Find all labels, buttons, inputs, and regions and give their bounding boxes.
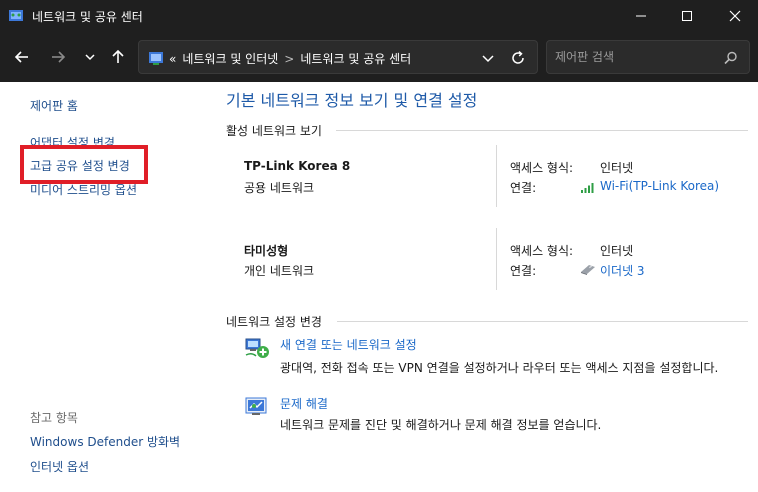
wifi-signal-icon bbox=[581, 183, 594, 193]
new-connection-icon bbox=[245, 338, 269, 358]
network-type[interactable]: 개인 네트워크 bbox=[244, 262, 314, 279]
divider bbox=[336, 130, 748, 131]
troubleshoot-link[interactable]: 문제 해결 bbox=[280, 395, 328, 412]
chevron-down-icon bbox=[85, 54, 95, 61]
ethernet-connection-link[interactable]: 이더넷 3 bbox=[600, 262, 645, 279]
sidebar-link-firewall[interactable]: Windows Defender 방화벽 bbox=[30, 433, 180, 450]
close-icon bbox=[729, 10, 741, 22]
refresh-icon[interactable] bbox=[509, 49, 527, 67]
access-type-label: 액세스 형식: bbox=[510, 161, 574, 175]
breadcrumb: « 네트워크 및 인터넷 > 네트워크 및 공유 센터 bbox=[169, 50, 411, 67]
search-icon[interactable] bbox=[723, 50, 739, 66]
forward-button[interactable] bbox=[46, 45, 70, 69]
see-also-heading: 참고 항목 bbox=[30, 411, 78, 425]
connection-label: 연결: bbox=[510, 181, 537, 195]
breadcrumb-sharing-center[interactable]: 네트워크 및 공유 센터 bbox=[300, 50, 411, 67]
back-button[interactable] bbox=[10, 45, 34, 69]
minimize-icon bbox=[636, 15, 646, 17]
divider bbox=[496, 145, 497, 207]
new-connection-link[interactable]: 새 연결 또는 네트워크 설정 bbox=[280, 336, 417, 353]
network-type[interactable]: 공용 네트워크 bbox=[244, 179, 314, 196]
change-settings-heading: 네트워크 설정 변경 bbox=[226, 315, 322, 329]
search-input[interactable] bbox=[555, 48, 715, 66]
title-bar: 네트워크 및 공유 센터 bbox=[0, 0, 758, 32]
new-connection-description: 광대역, 전화 접속 또는 VPN 연결을 설정하거나 라우터 또는 액세스 지… bbox=[280, 361, 719, 375]
maximize-button[interactable] bbox=[664, 0, 710, 32]
recent-locations-button[interactable] bbox=[78, 45, 102, 69]
page-title: 기본 네트워크 정보 보기 및 연결 설정 bbox=[226, 91, 478, 110]
network-name: 타미성형 bbox=[244, 244, 289, 258]
control-panel-icon bbox=[149, 52, 163, 65]
ethernet-icon bbox=[581, 265, 595, 275]
arrow-up-icon bbox=[112, 49, 124, 63]
wifi-connection-link[interactable]: Wi-Fi(TP-Link Korea) bbox=[600, 179, 719, 193]
highlight-annotation bbox=[20, 145, 148, 184]
troubleshoot-icon bbox=[245, 397, 267, 415]
minimize-button[interactable] bbox=[618, 0, 664, 32]
access-type-value: 인터넷 bbox=[600, 161, 634, 175]
window-title: 네트워크 및 공유 센터 bbox=[32, 10, 143, 24]
network-center-icon bbox=[9, 10, 23, 21]
divider bbox=[496, 228, 497, 290]
troubleshoot-description: 네트워크 문제를 진단 및 해결하거나 문제 해결 정보를 얻습니다. bbox=[280, 418, 602, 432]
access-type-label: 액세스 형식: bbox=[510, 244, 574, 258]
connection-label: 연결: bbox=[510, 264, 537, 278]
breadcrumb-separator: > bbox=[284, 51, 295, 66]
access-type-value: 인터넷 bbox=[600, 244, 634, 258]
network-name: TP-Link Korea 8 bbox=[244, 159, 351, 173]
active-networks-heading: 활성 네트워크 보기 bbox=[226, 124, 322, 138]
arrow-right-icon bbox=[52, 51, 66, 63]
close-button[interactable] bbox=[712, 0, 758, 32]
chevron-down-icon[interactable] bbox=[479, 49, 497, 67]
search-box[interactable] bbox=[546, 40, 750, 74]
address-bar[interactable]: « 네트워크 및 인터넷 > 네트워크 및 공유 센터 bbox=[138, 40, 538, 74]
divider bbox=[337, 321, 748, 322]
sidebar-link-control-panel-home[interactable]: 제어판 홈 bbox=[30, 97, 78, 114]
arrow-left-icon bbox=[14, 51, 28, 63]
up-button[interactable] bbox=[106, 45, 130, 69]
sidebar-link-internet-options[interactable]: 인터넷 옵션 bbox=[30, 458, 89, 475]
breadcrumb-network-internet[interactable]: 네트워크 및 인터넷 bbox=[182, 50, 278, 67]
maximize-icon bbox=[682, 11, 692, 21]
breadcrumb-overflow[interactable]: « bbox=[169, 52, 176, 66]
